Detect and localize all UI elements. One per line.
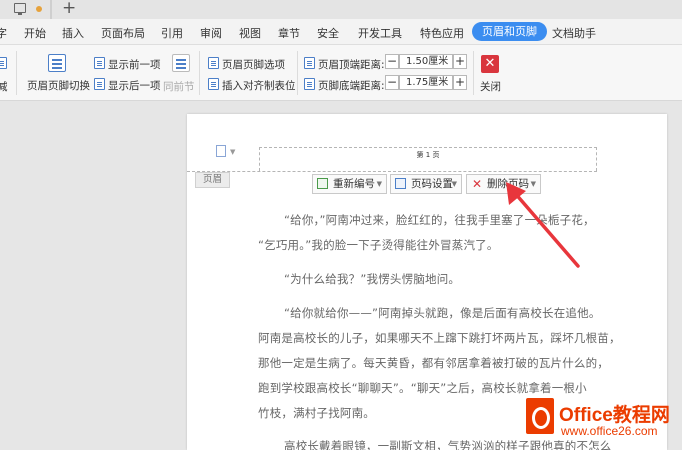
footer-distance-decrease-button[interactable]: − xyxy=(385,75,399,90)
chevron-down-icon: ▼ xyxy=(530,180,536,188)
page-number-settings-button[interactable]: 页码设置 ▼ xyxy=(390,174,462,194)
footer-bottom-distance-input[interactable]: 1.75厘米 xyxy=(399,75,453,90)
menu-item-developer[interactable]: 开发工具 xyxy=(358,25,402,41)
show-previous-button[interactable]: 显示前一项 xyxy=(108,57,161,72)
switch-header-footer-icon[interactable] xyxy=(48,54,66,72)
chevron-down-icon: ▼ xyxy=(451,180,457,188)
menu-item-references[interactable]: 引用 xyxy=(161,25,183,41)
ribbon-separator xyxy=(297,51,298,95)
paragraph-line[interactable]: “为什么给我？”我愣头愣脑地问。 xyxy=(284,271,460,287)
page-number-text[interactable]: 第 1 页 xyxy=(405,150,451,160)
delete-x-icon: ✕ xyxy=(472,177,483,191)
insert-alignment-tab-icon[interactable] xyxy=(208,78,219,90)
watermark-url: www.office26.com xyxy=(561,424,658,438)
paragraph-line[interactable]: “给你就给你——”阿南掉头就跑，像是后面有高校长在追他。 xyxy=(284,305,601,321)
show-next-icon[interactable] xyxy=(94,78,105,90)
footer-bottom-distance-label: 页脚底端距离: xyxy=(318,80,385,92)
monitor-icon[interactable] xyxy=(14,3,26,15)
menu-item-doc-assistant[interactable]: 文档助手 xyxy=(552,25,596,41)
paragraph-line[interactable]: 那他一定是生病了。每天黄昏，都有邻居拿着被打破的瓦片什么的， xyxy=(258,355,609,371)
same-as-previous-button: 同前节 xyxy=(163,81,195,93)
menu-item-header-footer[interactable]: 页眉和页脚 xyxy=(472,22,547,41)
header-boundary-line xyxy=(187,171,597,172)
header-distance-increase-button[interactable]: + xyxy=(453,54,467,69)
header-distance-decrease-button[interactable]: − xyxy=(385,54,399,69)
same-as-previous-icon xyxy=(172,54,190,72)
show-previous-icon[interactable] xyxy=(94,57,105,69)
unsaved-dot-icon xyxy=(36,6,42,12)
watermark-brand: Office教程网 xyxy=(559,405,670,426)
chevron-down-icon: ▼ xyxy=(376,180,382,188)
header-label: 页眉 xyxy=(195,172,230,188)
new-tab-plus-icon[interactable]: + xyxy=(62,0,76,18)
menu-item-insert[interactable]: 插入 xyxy=(62,25,84,41)
header-footer-options-button[interactable]: 页眉页脚选项 xyxy=(222,57,285,72)
close-icon[interactable]: ✕ xyxy=(481,55,499,73)
paragraph-line[interactable]: 跑到学校跟高校长“聊聊天”。“聊天”之后，高校长就拿着一根小 xyxy=(258,380,587,396)
menu-bar: 字 开始 插入 页面布局 引用 审阅 视图 章节 安全 开发工具 特色应用 页眉… xyxy=(0,19,682,45)
menu-item-review[interactable]: 审阅 xyxy=(200,25,222,41)
partial-tool-icon[interactable] xyxy=(0,57,7,69)
paragraph-line[interactable]: “乞巧用。”我的脸一下子烫得能往外冒蒸汽了。 xyxy=(258,237,499,253)
ribbon-separator xyxy=(473,51,474,95)
ribbon-separator xyxy=(199,51,200,95)
ribbon-separator xyxy=(16,51,17,95)
delete-page-number-label: 删除页码 xyxy=(487,178,529,190)
close-header-footer-button[interactable]: 关闭 xyxy=(480,79,501,94)
delete-page-number-button[interactable]: ✕ 删除页码 ▼ xyxy=(466,174,541,194)
title-bar: + xyxy=(0,0,682,19)
header-top-distance-input[interactable]: 1.50厘米 xyxy=(399,54,453,69)
renumber-button[interactable]: 重新编号 ▼ xyxy=(312,174,387,194)
menu-item-special[interactable]: 特色应用 xyxy=(420,25,464,41)
document-tab-edge[interactable] xyxy=(50,0,52,19)
menu-item-partial[interactable]: 字 xyxy=(0,25,7,41)
menu-item-security[interactable]: 安全 xyxy=(317,25,339,41)
footer-distance-increase-button[interactable]: + xyxy=(453,75,467,90)
menu-item-view[interactable]: 视图 xyxy=(239,25,261,41)
paragraph-line[interactable]: “给你，”阿南冲过来，脸红红的，往我手里塞了一朵栀子花， xyxy=(284,212,595,228)
menu-item-section[interactable]: 章节 xyxy=(278,25,300,41)
show-next-button[interactable]: 显示后一项 xyxy=(108,78,161,93)
insert-alignment-tab-button[interactable]: 插入对齐制表位 xyxy=(222,78,296,93)
header-footer-options-icon[interactable] xyxy=(208,57,219,69)
renumber-label: 重新编号 xyxy=(333,178,375,190)
chevron-down-icon[interactable]: ▼ xyxy=(230,148,235,156)
ribbon-partial-label[interactable]: 减 xyxy=(0,79,8,94)
footer-bottom-distance-icon xyxy=(304,78,315,90)
paragraph-line[interactable]: 竹枝，满村子找阿南。 xyxy=(258,405,375,421)
page-settings-icon xyxy=(395,178,406,189)
document-icon[interactable] xyxy=(216,145,226,157)
renumber-icon xyxy=(317,178,328,189)
paragraph-line[interactable]: 阿南是高校长的儿子，如果哪天不上蹿下跳打坏两片瓦，踩坏几根苗， xyxy=(258,330,621,346)
paragraph-line[interactable]: 高校长戴着眼镜，一副斯文相，气势汹汹的样子跟他真的不怎么 xyxy=(284,438,612,450)
menu-item-page-layout[interactable]: 页面布局 xyxy=(101,25,145,41)
menu-item-home[interactable]: 开始 xyxy=(24,25,46,41)
ribbon-toolbar: 减 页眉页脚切换 显示前一项 显示后一项 同前节 页眉页脚选项 插入对齐制表位 … xyxy=(0,45,682,101)
header-top-distance-icon xyxy=(304,57,315,69)
switch-header-footer-button[interactable]: 页眉页脚切换 xyxy=(27,78,90,93)
header-top-distance-label: 页眉顶端距离: xyxy=(318,59,385,71)
page-number-settings-label: 页码设置 xyxy=(411,178,453,190)
office-logo-icon xyxy=(526,398,554,434)
